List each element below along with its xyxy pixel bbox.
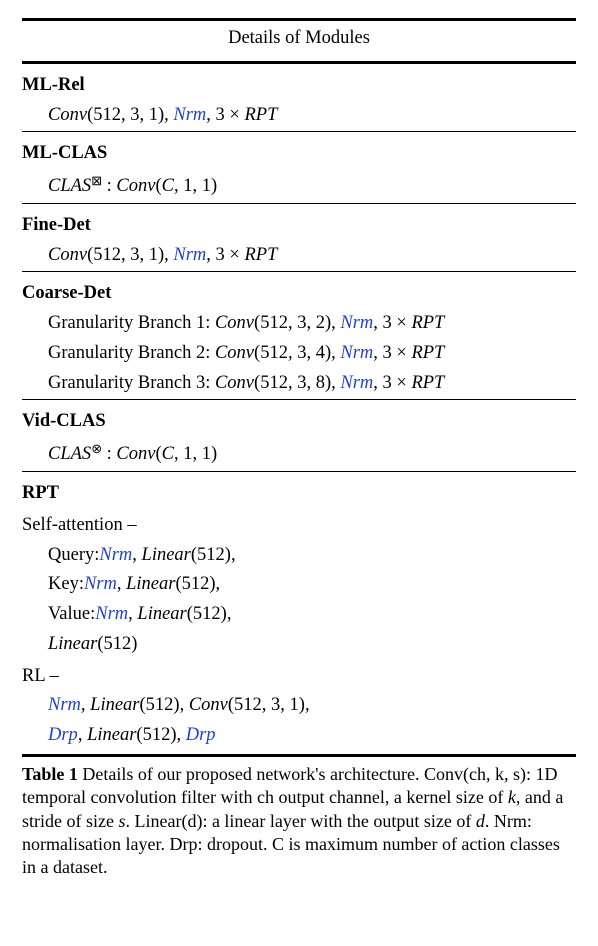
caption-label: Table 1 (22, 764, 78, 784)
rpt-subhead: RL – (22, 661, 576, 693)
rpt-line: Nrm, Linear(512), Conv(512, 3, 1), (22, 692, 576, 722)
module-rpt: RPT Self-attention –Query:Nrm, Linear(51… (22, 472, 576, 752)
module-line: Granularity Branch 3: Conv(512, 3, 8), N… (22, 370, 576, 400)
rpt-line: Linear(512) (22, 631, 576, 661)
module-name: ML-Rel (22, 64, 576, 102)
module-line: CLAS⊠ : Conv(C, 1, 1) (22, 170, 576, 203)
module-block: Fine-DetConv(512, 3, 1), Nrm, 3 × RPT (22, 204, 576, 273)
module-name: RPT (22, 472, 576, 510)
rpt-line: Key:Nrm, Linear(512), (22, 571, 576, 601)
module-line: CLAS⊗ : Conv(C, 1, 1) (22, 438, 576, 471)
rpt-line: Value:Nrm, Linear(512), (22, 601, 576, 631)
module-block: Coarse-DetGranularity Branch 1: Conv(512… (22, 272, 576, 400)
table-header: Details of Modules (22, 21, 576, 64)
module-block: ML-CLASCLAS⊠ : Conv(C, 1, 1) (22, 132, 576, 204)
module-line: Conv(512, 3, 1), Nrm, 3 × RPT (22, 242, 576, 272)
rpt-line: Query:Nrm, Linear(512), (22, 542, 576, 572)
modules-container: ML-RelConv(512, 3, 1), Nrm, 3 × RPTML-CL… (22, 64, 576, 472)
module-block: ML-RelConv(512, 3, 1), Nrm, 3 × RPT (22, 64, 576, 133)
module-line: Granularity Branch 1: Conv(512, 3, 2), N… (22, 310, 576, 340)
rpt-subhead: Self-attention – (22, 510, 576, 542)
module-block: Vid-CLASCLAS⊗ : Conv(C, 1, 1) (22, 400, 576, 472)
module-name: Vid-CLAS (22, 400, 576, 438)
module-name: Coarse-Det (22, 272, 576, 310)
table-caption: Table 1 Details of our proposed network'… (22, 757, 576, 880)
module-line: Conv(512, 3, 1), Nrm, 3 × RPT (22, 102, 576, 132)
module-name: ML-CLAS (22, 132, 576, 170)
module-name: Fine-Det (22, 204, 576, 242)
module-line: Granularity Branch 2: Conv(512, 3, 4), N… (22, 340, 576, 370)
rpt-line: Drp, Linear(512), Drp (22, 722, 576, 752)
